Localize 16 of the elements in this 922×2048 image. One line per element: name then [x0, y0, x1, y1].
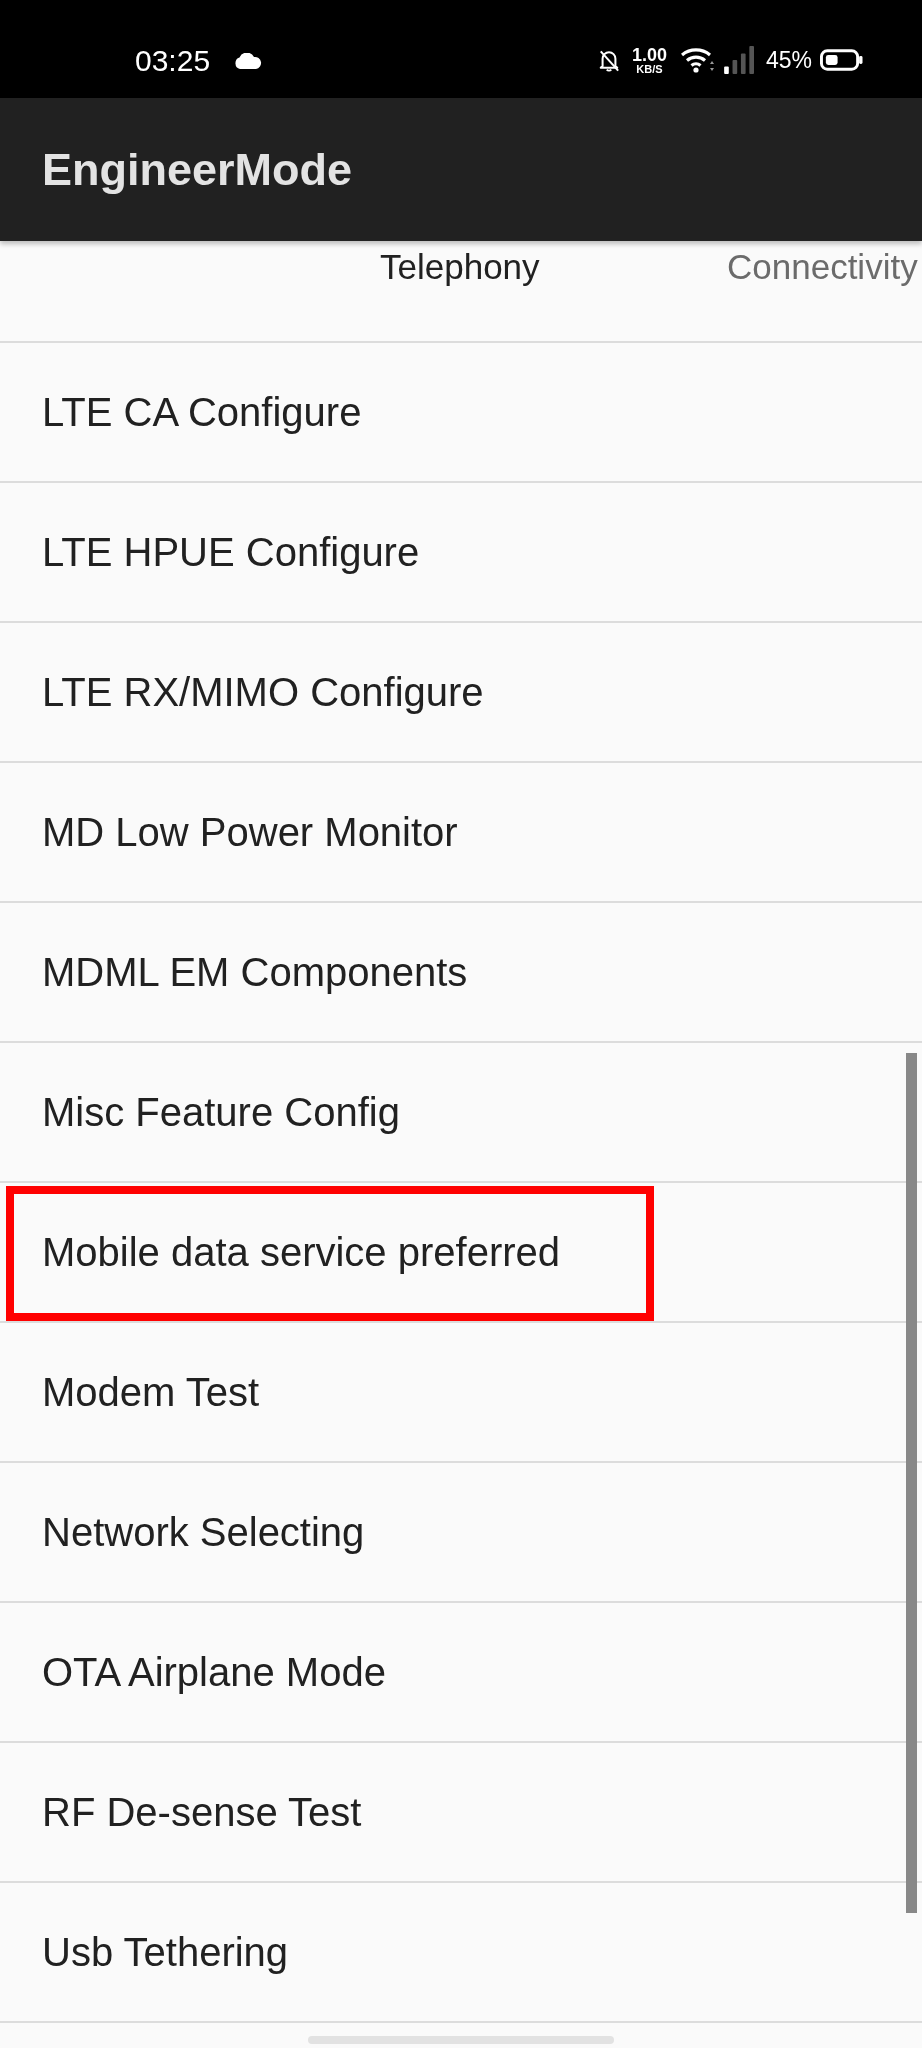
- data-rate: 1.00: [631, 45, 667, 64]
- tab[interactable]: Connectivity: [727, 246, 918, 288]
- status-time: 03:25: [135, 46, 211, 76]
- signal-icon: [723, 46, 756, 74]
- list-item[interactable]: MDML EM Components: [0, 903, 922, 1043]
- list-item[interactable]: LTE RX/MIMO Configure: [0, 623, 922, 763]
- list-item[interactable]: MD Low Power Monitor: [0, 763, 922, 903]
- wifi-icon: [680, 47, 715, 73]
- battery-icon: [820, 49, 863, 71]
- cloud-icon: [234, 53, 263, 69]
- tab[interactable]: Telephony: [380, 246, 727, 288]
- battery-percent: 45%: [765, 48, 812, 72]
- app-title: EngineerMode: [42, 142, 353, 197]
- list-item[interactable]: LTE HPUE Configure: [0, 483, 922, 623]
- list-item[interactable]: LTE CA Configure: [0, 343, 922, 483]
- data-rate-unit: KB/S: [636, 63, 663, 75]
